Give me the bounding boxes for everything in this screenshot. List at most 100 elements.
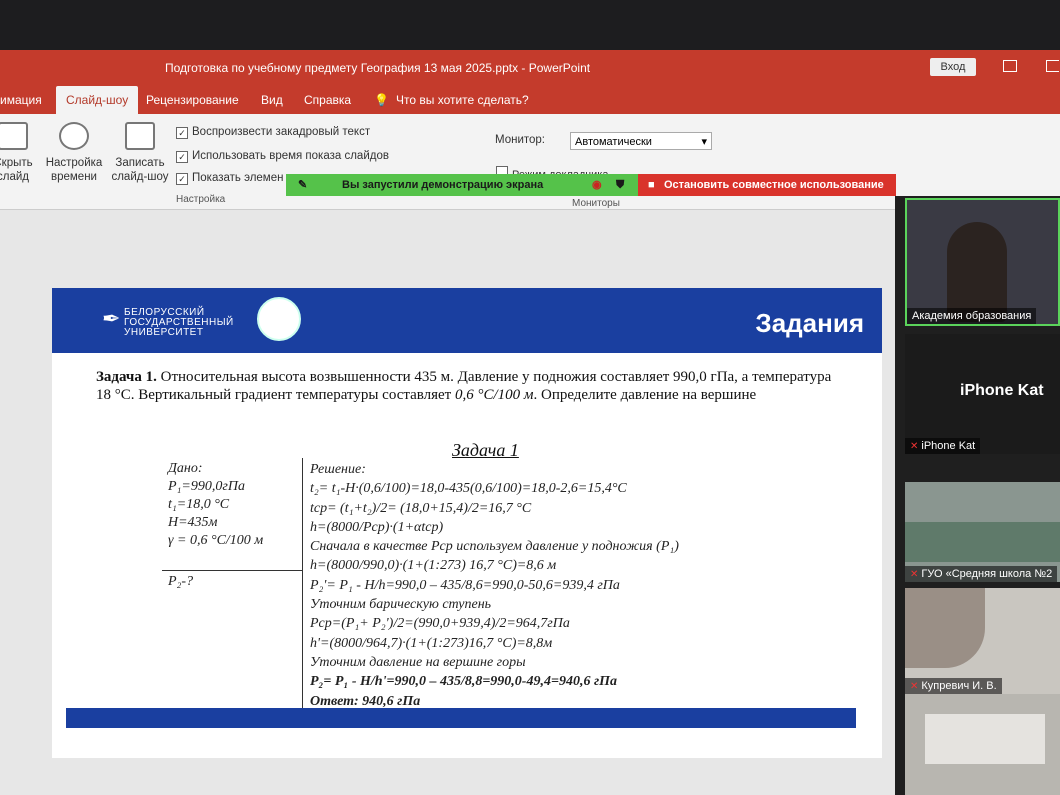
participant-label: ✕ Купревич И. В. — [905, 678, 1002, 694]
given-line: γ = 0,6 °С/100 м — [168, 533, 264, 548]
table-divider-horizontal — [162, 570, 302, 571]
slide-header: ✒ БЕЛОРУССКИЙ ГОСУДАРСТВЕННЫЙ УНИВЕРСИТЕ… — [52, 288, 882, 353]
stop-icon: ■ — [648, 179, 655, 191]
slide-header-title: Задания — [755, 308, 864, 338]
stopwatch-icon — [59, 122, 89, 150]
chevron-down-icon: ▾ — [701, 136, 707, 148]
participant-video — [947, 222, 1007, 322]
solution-line: h=(8000/Pср)·(1+αtср) — [310, 519, 444, 535]
participant-tile[interactable]: ✕ ГУО «Средняя школа №2 — [905, 482, 1060, 582]
participant-tile[interactable] — [905, 694, 1060, 795]
participant-tile[interactable]: iPhone Kat ✕ iPhone Kat — [905, 334, 1060, 454]
lightbulb-icon: 💡 — [374, 93, 389, 107]
participant-name: Академия образования — [907, 308, 1037, 324]
slide[interactable]: ✒ БЕЛОРУССКИЙ ГОСУДАРСТВЕННЫЙ УНИВЕРСИТЕ… — [52, 288, 882, 758]
rehearse-timings-button[interactable]: Настройка времени — [44, 122, 104, 184]
screen-share-status-bar: ✎ Вы запустили демонстрацию экрана ◉ ⛊ — [286, 174, 638, 196]
solution-line: P₂= P₁ - H/h'=990,0 – 435/8,8=990,0-49,4… — [310, 674, 618, 690]
classroom-video — [925, 714, 1045, 764]
solution-line: Уточним барическую ступень — [310, 597, 492, 613]
close-icon[interactable] — [1046, 60, 1059, 72]
tab-slideshow[interactable]: Слайд-шоу — [56, 86, 139, 114]
record-icon — [125, 122, 155, 150]
task-label: Задача 1. — [96, 369, 157, 385]
given-line: t₁=18,0 °С — [168, 497, 230, 512]
tab-view[interactable]: Вид — [261, 93, 283, 107]
screen-bezel — [0, 0, 1060, 50]
solution-line: P₂'= P₁ - H/h=990,0 – 435/8,6=990,0-50,6… — [310, 577, 620, 593]
participant-big-name: iPhone Kat — [960, 382, 1044, 399]
restore-icon[interactable] — [1003, 60, 1017, 72]
solution-line: Решение: — [310, 462, 366, 477]
solution-line: h=(8000/990,0)·(1+(1:273) 16,7 °С)=8,6 м — [310, 558, 557, 574]
participant-tile[interactable]: ✕ Купревич И. В. — [905, 588, 1060, 694]
solution-line: Pср=(P₁+ P₂')/2=(990,0+939,4)/2=964,7гПа — [310, 616, 570, 632]
given-line: Дано: — [168, 461, 203, 476]
monitor-select[interactable]: Автоматически ▾ — [570, 132, 712, 150]
solution-line: Сначала в качестве Pср используем давлен… — [310, 539, 679, 555]
given-line: P₁=990,0гПа — [168, 479, 245, 494]
solution-line: Уточним давление на вершине горы — [310, 654, 526, 670]
tab-animations[interactable]: имация — [0, 93, 42, 107]
classroom-video — [905, 522, 1060, 562]
stop-sharing-button[interactable]: ■ Остановить совместное использование — [638, 174, 896, 196]
record-label: Записать слайд-шоу — [111, 157, 169, 183]
find-line: P₂-? — [168, 574, 194, 589]
given-block: Дано: P₁=990,0гПа t₁=18,0 °С H=435м γ = … — [168, 460, 264, 589]
participant-name: Купревич И. В. — [921, 680, 997, 692]
tab-help[interactable]: Справка — [304, 93, 351, 107]
participant-name: iPhone Kat — [921, 440, 976, 452]
tell-me-search[interactable]: Что вы хотите сделать? — [396, 93, 529, 107]
checkbox-label: Показать элемен — [192, 172, 284, 184]
participant-tile[interactable]: Академия образования — [905, 198, 1060, 326]
ribbon-tabs: имация Слайд-шоу Рецензирование Вид Спра… — [0, 86, 1060, 114]
mic-off-icon: ✕ — [910, 681, 919, 692]
solution-line: tср= (t₁+t₂)/2= (18,0+15,4)/2=16,7 °С — [310, 500, 532, 516]
group-setup-label: Настройка — [176, 194, 226, 205]
signin-button[interactable]: Вход — [930, 58, 976, 76]
solution-line: h'=(8000/964,7)·(1+(1:273)16,7 °С)=8,8м — [310, 635, 553, 651]
checkbox-show-controls[interactable]: ✓ Показать элемен — [176, 172, 283, 185]
checkbox-label: Воспроизвести закадровый текст — [192, 126, 371, 138]
hide-slide-icon — [0, 122, 28, 150]
task-gradient: 0,6 °С/100 м — [454, 387, 534, 403]
mic-off-icon: ✕ — [910, 569, 919, 580]
solution-line: t₂= t₁-H·(0,6/100)=18,0-435(0,6/100)=18,… — [310, 481, 627, 497]
task-statement: Задача 1. Относительная высота возвышенн… — [96, 368, 836, 404]
university-logo-text: БЕЛОРУССКИЙ ГОСУДАРСТВЕННЫЙ УНИВЕРСИТЕТ — [124, 308, 234, 338]
checkbox-label: Использовать время показа слайдов — [192, 150, 389, 162]
participants-panel: Академия образования iPhone Kat ✕ iPhone … — [895, 196, 1060, 795]
checkbox-icon: ✓ — [176, 127, 188, 139]
mic-off-icon: ✕ — [910, 441, 919, 452]
participant-name: ГУО «Средняя школа №2 — [921, 568, 1053, 580]
participant-video — [905, 588, 985, 668]
hide-slide-button[interactable]: Скрыть слайд — [0, 122, 36, 184]
solution-title: Задача 1 — [452, 440, 519, 460]
university-line: УНИВЕРСИТЕТ — [124, 327, 204, 338]
participant-label: ✕ ГУО «Средняя школа №2 — [905, 566, 1058, 582]
task-end: . Определите давление на вершине — [533, 387, 757, 403]
checkbox-icon: ✓ — [176, 151, 188, 163]
rehearse-label: Настройка времени — [45, 157, 103, 183]
tab-review[interactable]: Рецензирование — [146, 93, 239, 107]
checkbox-use-timings[interactable]: ✓ Использовать время показа слайдов — [176, 150, 389, 163]
monitor-label: Монитор: — [495, 134, 546, 146]
record-slideshow-button[interactable]: Записать слайд-шоу — [108, 122, 172, 184]
pin-icon[interactable]: ✎ — [298, 174, 307, 196]
slide-footer-bar — [66, 708, 856, 728]
group-monitors-label: Мониторы — [572, 198, 620, 209]
record-dot-icon: ◉ — [592, 179, 602, 191]
monitor-value: Автоматически — [575, 136, 652, 148]
window-title: Подготовка по учебному предмету Географи… — [165, 61, 591, 75]
hide-slide-label: Скрыть слайд — [0, 157, 33, 183]
given-line: H=435м — [168, 515, 218, 530]
checkbox-icon: ✓ — [176, 173, 188, 185]
slide-editor-area: ✒ БЕЛОРУССКИЙ ГОСУДАРСТВЕННЫЙ УНИВЕРСИТЕ… — [0, 210, 895, 795]
share-status-text: Вы запустили демонстрацию экрана — [342, 179, 544, 191]
stop-sharing-label: Остановить совместное использование — [664, 179, 884, 191]
title-bar: Подготовка по учебному предмету Географи… — [0, 50, 1060, 86]
checkbox-play-narrations[interactable]: ✓ Воспроизвести закадровый текст — [176, 126, 370, 139]
solution-block: Решение: t₂= t₁-H·(0,6/100)=18,0-435(0,6… — [310, 460, 679, 711]
academy-seal-icon — [257, 297, 301, 341]
participant-label: ✕ iPhone Kat — [905, 438, 981, 454]
